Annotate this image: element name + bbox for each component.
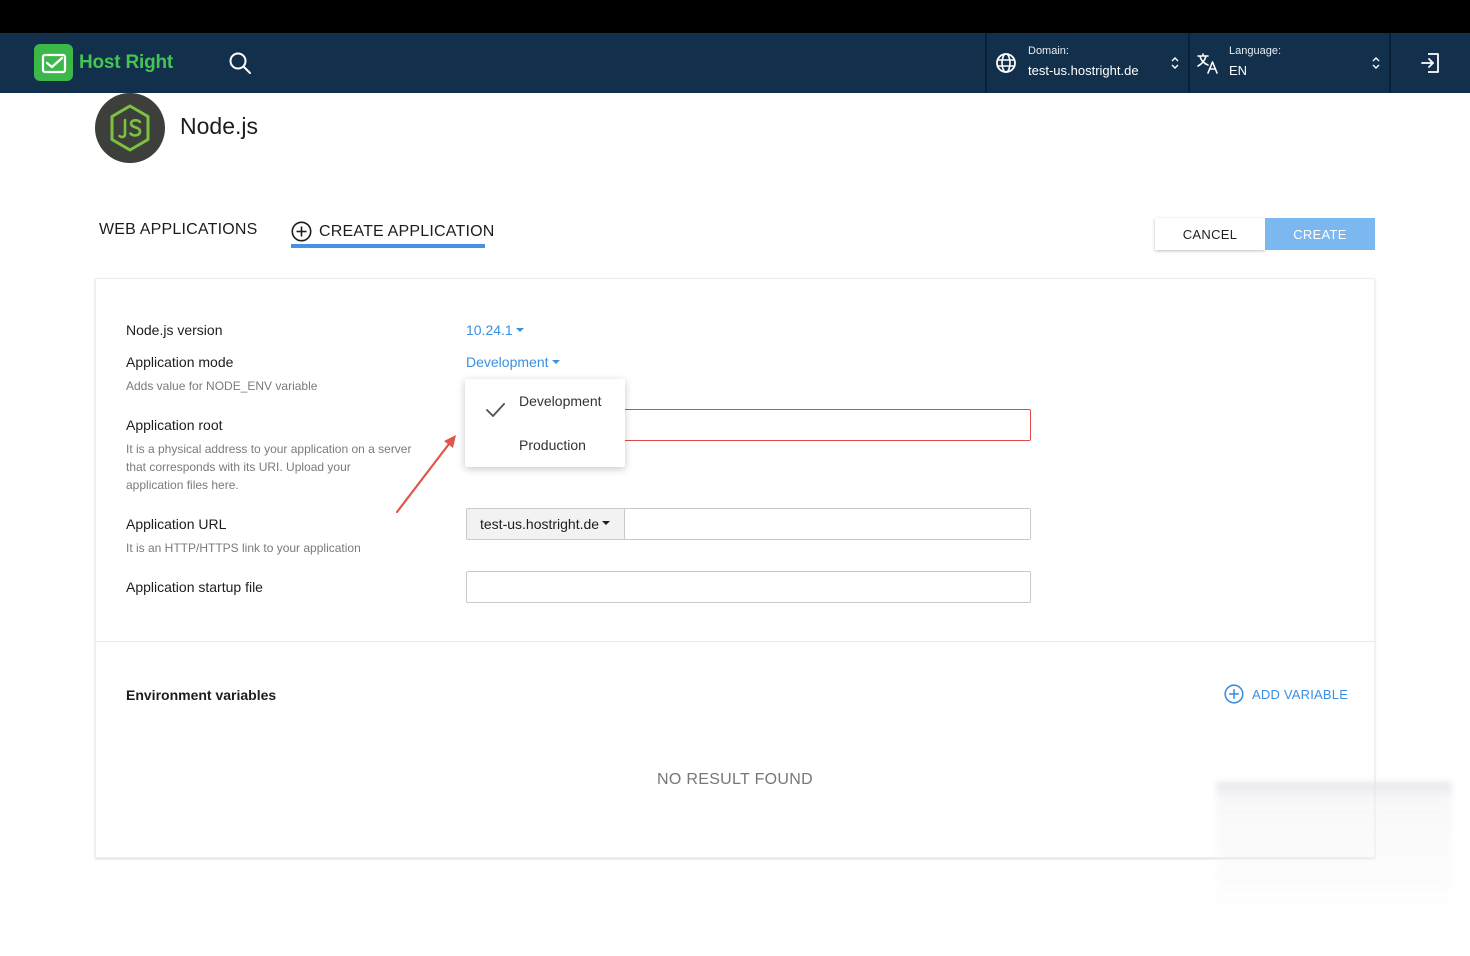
language-selector[interactable]: Language: EN: [1190, 33, 1389, 93]
create-button[interactable]: CREATE: [1265, 218, 1375, 250]
application-root-label: Application root: [126, 417, 223, 433]
nav-divider: [1389, 33, 1391, 93]
domain-selector[interactable]: Domain: test-us.hostright.de: [987, 33, 1188, 93]
application-mode-hint: Adds value for NODE_ENV variable: [126, 379, 318, 393]
application-url-input[interactable]: [624, 508, 1031, 540]
application-url-hint: It is an HTTP/HTTPS link to your applica…: [126, 541, 361, 555]
application-root-hint-line: It is a physical address to your applica…: [126, 442, 412, 456]
brand-logo-icon: [34, 44, 73, 81]
startup-file-input[interactable]: [466, 571, 1031, 603]
cancel-button[interactable]: CANCEL: [1155, 218, 1265, 250]
window-top-bar: [0, 0, 1470, 33]
page-title: Node.js: [180, 113, 258, 139]
caret-down-icon: [602, 521, 611, 525]
language-value: EN: [1229, 63, 1248, 78]
url-domain-select[interactable]: test-us.hostright.de: [466, 508, 625, 540]
domain-value: test-us.hostright.de: [1028, 63, 1139, 78]
nodejs-version-dropdown[interactable]: 10.24.1: [466, 322, 524, 338]
annotation-arrow: [395, 435, 456, 514]
caret-down-icon: [551, 360, 560, 365]
brand-name: Host Right: [79, 51, 174, 73]
tab-create-application-label: CREATE APPLICATION: [319, 222, 495, 240]
startup-file-label: Application startup file: [126, 579, 263, 595]
updown-chevron-icon: [1371, 55, 1381, 71]
plus-circle-icon: [291, 221, 312, 242]
caret-down-icon: [515, 328, 524, 333]
brand[interactable]: Host Right: [34, 44, 173, 81]
application-mode-value: Development: [466, 354, 549, 370]
tab-create-application[interactable]: CREATE APPLICATION: [291, 221, 495, 242]
active-tab-indicator: [291, 244, 485, 248]
nodejs-logo-icon: [95, 93, 165, 163]
add-variable-label: ADD VARIABLE: [1252, 686, 1349, 702]
language-label: Language:: [1229, 45, 1281, 57]
menu-option-development[interactable]: Development: [519, 393, 602, 409]
application-mode-dropdown[interactable]: Development: [466, 354, 560, 370]
application-mode-label: Application mode: [126, 354, 234, 370]
updown-chevron-icon: [1170, 55, 1180, 71]
application-root-hint: It is a physical address to your applica…: [126, 440, 411, 494]
env-variables-title: Environment variables: [126, 687, 277, 703]
checkmark-icon: [485, 401, 505, 419]
nodejs-version-label: Node.js version: [126, 322, 223, 338]
application-root-hint-line: that corresponds with its URI. Upload yo…: [126, 460, 351, 474]
blurred-thumbnail-preview: [1216, 782, 1452, 932]
plus-circle-icon: [1224, 684, 1244, 704]
url-domain-value: test-us.hostright.de: [480, 516, 600, 532]
add-variable-button[interactable]: ADD VARIABLE: [1224, 684, 1348, 704]
tab-web-applications[interactable]: WEB APPLICATIONS: [99, 221, 258, 239]
menu-option-production[interactable]: Production: [519, 437, 586, 453]
nodejs-version-value: 10.24.1: [466, 322, 513, 338]
globe-icon: [995, 52, 1017, 79]
top-navbar: Host Right Domain: test-us.hostright.de: [0, 33, 1470, 93]
application-mode-menu: Development Production: [465, 379, 625, 467]
domain-label: Domain:: [1028, 45, 1069, 57]
application-url-label: Application URL: [126, 516, 227, 532]
empty-state-text: NO RESULT FOUND: [657, 771, 813, 788]
translate-icon: [1196, 51, 1220, 80]
application-form-card: Node.js version 10.24.1 Application mode…: [95, 278, 1375, 858]
search-icon[interactable]: [228, 51, 252, 75]
section-divider: [96, 641, 1374, 642]
logout-icon[interactable]: [1419, 51, 1443, 80]
application-root-hint-line: application files here.: [126, 478, 239, 492]
